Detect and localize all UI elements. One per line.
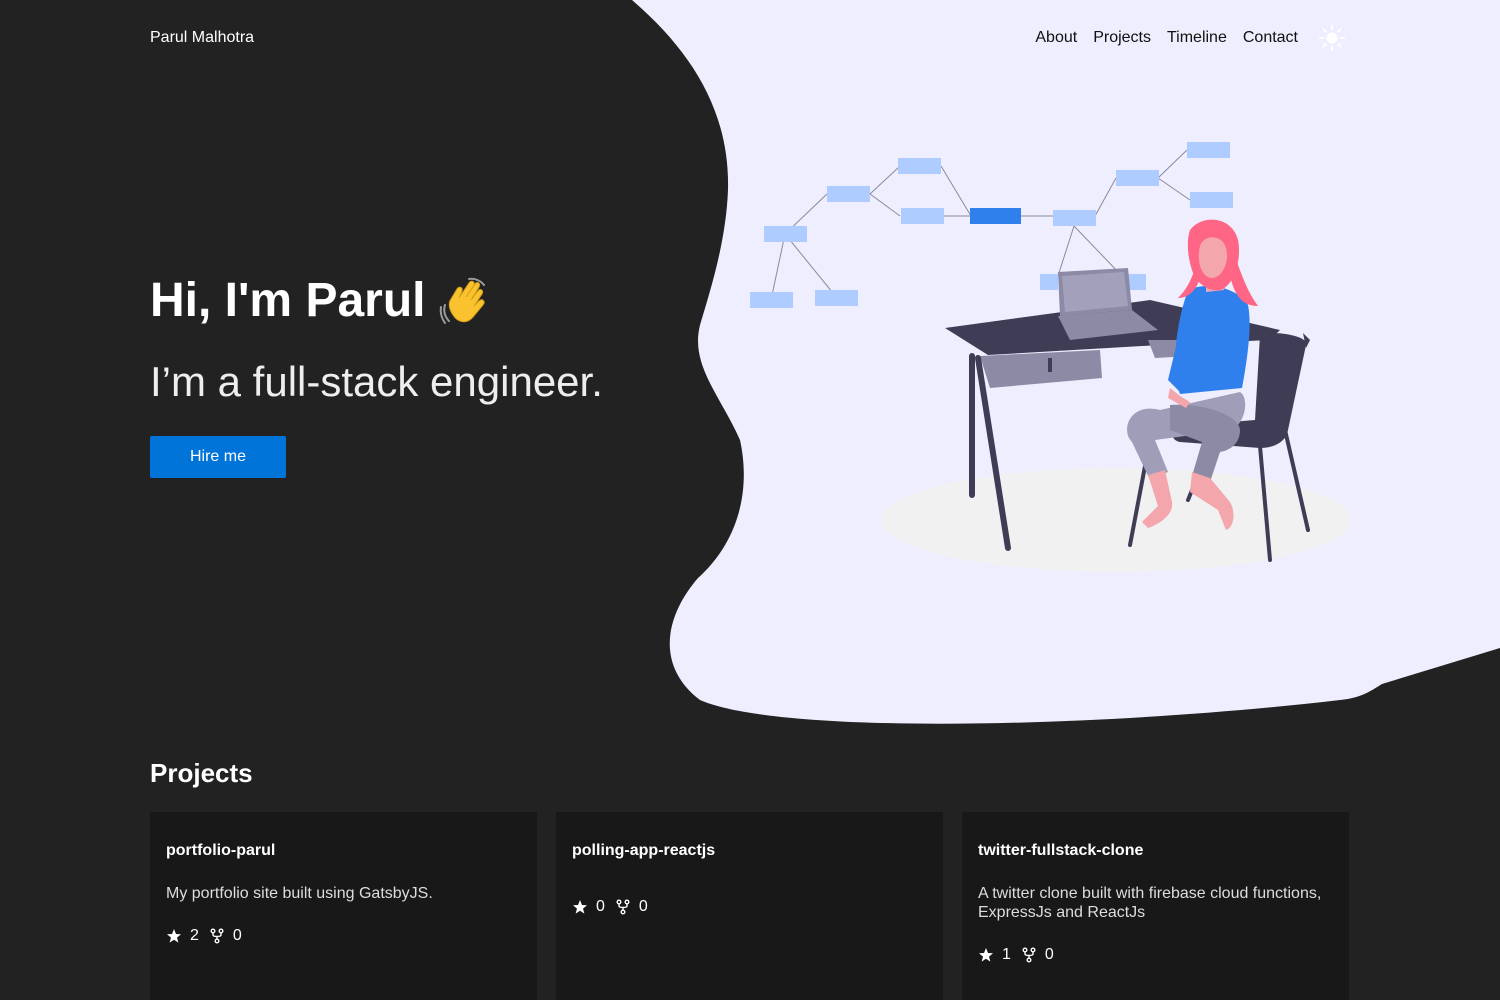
portfolio-page: Parul Malhotra About Projects Timeline C… [0, 0, 1500, 1000]
project-card[interactable]: portfolio-parul My portfolio site built … [150, 812, 537, 1000]
hero-greeting-text: Hi, I'm Parul [150, 274, 426, 327]
project-name[interactable]: portfolio-parul [166, 842, 521, 860]
nav-link-timeline[interactable]: Timeline [1167, 29, 1227, 47]
nav-link-about[interactable]: About [1035, 29, 1077, 47]
nav-link-contact[interactable]: Contact [1243, 29, 1298, 47]
project-name[interactable]: polling-app-reactjs [572, 842, 927, 860]
fork-count: 0 [232, 927, 242, 944]
hero-greeting: Hi, I'm Parul [150, 268, 710, 334]
projects-heading: Projects [150, 758, 253, 788]
project-card[interactable]: polling-app-reactjs 0 0 [556, 812, 943, 1000]
sun-icon[interactable] [1318, 24, 1346, 52]
hire-me-button[interactable]: Hire me [150, 436, 286, 478]
brand-link[interactable]: Parul Malhotra [150, 29, 254, 47]
project-card[interactable]: twitter-fullstack-clone A twitter clone … [962, 812, 1349, 1000]
star-count: 0 [596, 898, 605, 915]
site-header: Parul Malhotra About Projects Timeline C… [150, 0, 1350, 78]
star-icon [167, 929, 181, 943]
fork-icon [210, 928, 224, 944]
waving-hand-icon [440, 277, 486, 324]
hero-section: Hi, I'm Parul I’m a full-stack engineer. [150, 268, 710, 408]
project-name[interactable]: twitter-fullstack-clone [978, 842, 1333, 860]
fork-count: 0 [1044, 946, 1054, 963]
star-count: 2 [190, 927, 199, 944]
project-description: A twitter clone built with firebase clou… [978, 885, 1322, 921]
fork-icon [1022, 947, 1036, 963]
hero-subtitle: I’m a full-stack engineer. [150, 358, 603, 405]
star-icon [979, 948, 993, 962]
project-stats: 2 0 [166, 927, 521, 945]
project-description: My portfolio site built using GatsbyJS. [166, 885, 433, 902]
project-stats: 0 0 [572, 898, 927, 916]
person-at-desk-illustration [750, 142, 1351, 572]
fork-icon [616, 899, 630, 915]
nav-link-projects[interactable]: Projects [1093, 29, 1151, 47]
star-count: 1 [1002, 946, 1011, 963]
project-stats: 1 0 [978, 946, 1333, 964]
projects-list: portfolio-parul My portfolio site built … [150, 812, 1350, 1000]
star-icon [573, 900, 587, 914]
fork-count: 0 [638, 898, 648, 915]
main-nav: About Projects Timeline Contact [1035, 29, 1298, 47]
